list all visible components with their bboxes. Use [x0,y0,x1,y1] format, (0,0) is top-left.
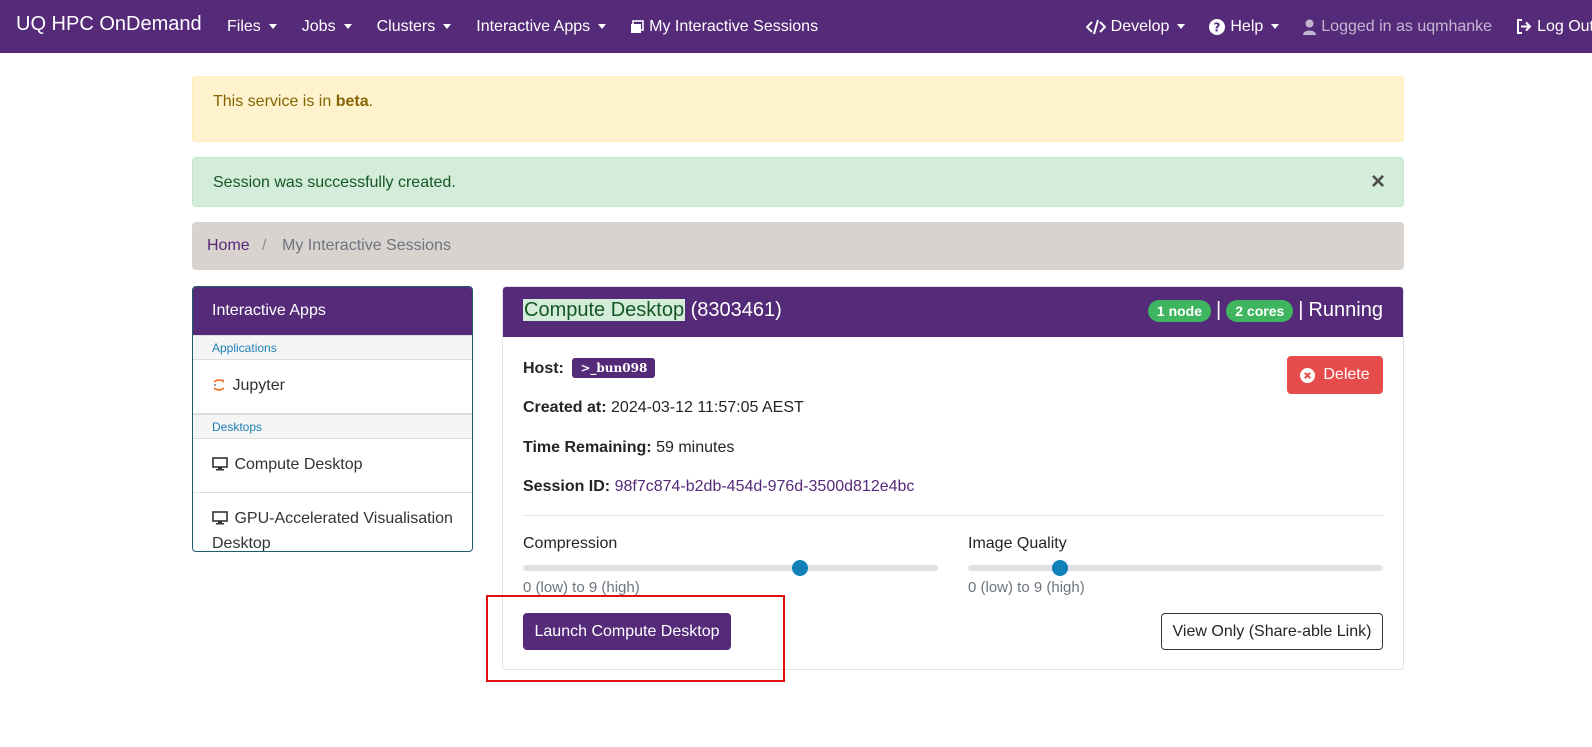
sidebar-header: Interactive Apps [193,287,472,335]
success-alert-text: Session was successfully created. [213,174,456,191]
beta-alert-text: This service is in beta. [213,93,373,111]
created-value: 2024-03-12 11:57:05 AEST [611,399,804,416]
time-remaining-label: Time Remaining: [523,439,652,456]
compression-hint: 0 (low) to 9 (high) [523,579,640,596]
beta-suffix: . [368,93,374,110]
nav-logged-in-label: Logged in as uqmhanke [1321,17,1493,35]
cores-badge: 2 cores [1226,299,1294,322]
session-status-group: 1 node | 2 cores | Running [1147,299,1383,322]
nav-right: Develop ? Help Logged in as uqmhanke Log… [1085,0,1592,53]
delete-button[interactable]: Delete [1287,356,1383,394]
caret-down-icon [1271,24,1280,29]
jupyter-icon [212,376,226,399]
sidebar-item-label: Compute Desktop [234,456,363,473]
caret-down-icon [343,24,352,29]
desktop-icon [212,455,228,478]
created-label: Created at: [523,399,607,416]
caret-down-icon [268,24,277,29]
compression-label: Compression [523,535,618,552]
caret-down-icon [443,24,452,29]
nav-help-label: Help [1230,17,1264,35]
nav-develop-label: Develop [1110,17,1170,35]
status-separator: | [1216,299,1222,321]
success-alert: Session was successfully created. × [192,157,1404,207]
nav-help[interactable]: ? Help [1209,17,1280,36]
nav-interactive-apps-label: Interactive Apps [476,17,591,35]
image-quality-label: Image Quality [968,535,1067,552]
host-field: Host: >_bun098 [523,358,656,378]
compression-slider[interactable] [523,560,938,576]
sessions-icon [630,19,644,34]
nav-left: Files Jobs Clusters Interactive Apps My … [227,0,818,53]
question-circle-icon: ? [1209,18,1226,35]
caret-down-icon [598,24,607,29]
nav-clusters-label: Clusters [376,17,436,35]
sidebar-item-label: GPU-Accelerated Visualisation Desktop [212,510,453,552]
session-app-name: Compute Desktop [523,299,686,321]
compression-slider-group: Compression 0 (low) to 9 (high) [523,535,938,596]
breadcrumb-separator: / [262,237,267,254]
nav-develop[interactable]: Develop [1085,17,1186,36]
delete-label: Delete [1323,366,1370,383]
sidebar-item-jupyter[interactable]: Jupyter [193,360,472,414]
session-title: Compute Desktop (8303461) [523,299,782,322]
nav-logout[interactable]: Log Out [1516,18,1592,36]
time-remaining-value: 59 minutes [656,439,735,456]
sidebar-item-label: Jupyter [232,377,285,394]
divider [523,515,1383,516]
nav-my-sessions[interactable]: My Interactive Sessions [630,18,818,36]
created-field: Created at: 2024-03-12 11:57:05 AEST [523,399,804,417]
compression-slider-thumb[interactable] [791,560,808,576]
session-status: Running [1308,299,1383,321]
image-quality-hint: 0 (low) to 9 (high) [968,579,1085,596]
beta-strong: beta [335,93,369,110]
image-quality-slider-group: Image Quality 0 (low) to 9 (high) [968,535,1383,596]
beta-alert: This service is in beta. [192,76,1404,142]
session-job-id: (8303461) [690,299,782,321]
nav-logout-label: Log Out [1537,17,1592,35]
image-quality-slider-thumb[interactable] [1052,560,1069,576]
sidebar-item-compute-desktop[interactable]: Compute Desktop [193,439,472,493]
nav-clusters[interactable]: Clusters [377,18,452,36]
view-only-link-button[interactable]: View Only (Share-able Link) [1161,613,1383,650]
breadcrumb-current: My Interactive Sessions [282,237,451,254]
caret-down-icon [1177,24,1186,29]
desktop-icon [212,509,228,532]
nav-jobs[interactable]: Jobs [302,18,352,36]
top-navbar: UQ HPC OnDemand Files Jobs Clusters Inte… [0,0,1592,53]
highlight-annotation [486,595,785,682]
close-icon[interactable]: × [1371,170,1385,194]
status-separator: | [1298,299,1304,321]
session-id-link[interactable]: 98f7c874-b2db-454d-976d-3500d812e4bc [615,478,915,495]
brand-link[interactable]: UQ HPC OnDemand [16,13,202,36]
image-quality-slider[interactable] [968,560,1383,576]
time-remaining-field: Time Remaining: 59 minutes [523,439,734,457]
breadcrumb-home[interactable]: Home [207,237,250,255]
session-id-field: Session ID: 98f7c874-b2db-454d-976d-3500… [523,478,914,496]
session-card-header: Compute Desktop (8303461) 1 node | 2 cor… [503,287,1403,337]
sign-out-icon [1516,19,1532,34]
sidebar-category-applications: Applications [193,335,472,360]
sidebar-item-gpu-desktop[interactable]: GPU-Accelerated Visualisation Desktop [193,493,472,552]
nav-interactive-apps[interactable]: Interactive Apps [476,17,607,36]
nav-my-sessions-label: My Interactive Sessions [649,17,819,35]
beta-prefix: This service is in [213,93,336,110]
nav-files[interactable]: Files [227,18,277,36]
host-badge[interactable]: >_bun098 [572,358,656,378]
host-label: Host: [523,360,564,377]
code-icon [1085,19,1106,35]
nav-jobs-label: Jobs [301,17,336,35]
breadcrumb: Home / My Interactive Sessions [192,222,1404,270]
sidebar-category-desktops: Desktops [193,414,472,439]
nav-files-label: Files [227,17,261,35]
interactive-apps-sidebar: Interactive Apps Applications Jupyter De… [192,286,473,552]
svg-text:?: ? [1214,20,1221,34]
nodes-badge: 1 node [1147,299,1212,322]
session-id-label: Session ID: [523,478,611,495]
nav-logged-in: Logged in as uqmhanke [1303,18,1492,36]
user-icon [1303,19,1317,35]
times-circle-icon [1300,367,1316,383]
